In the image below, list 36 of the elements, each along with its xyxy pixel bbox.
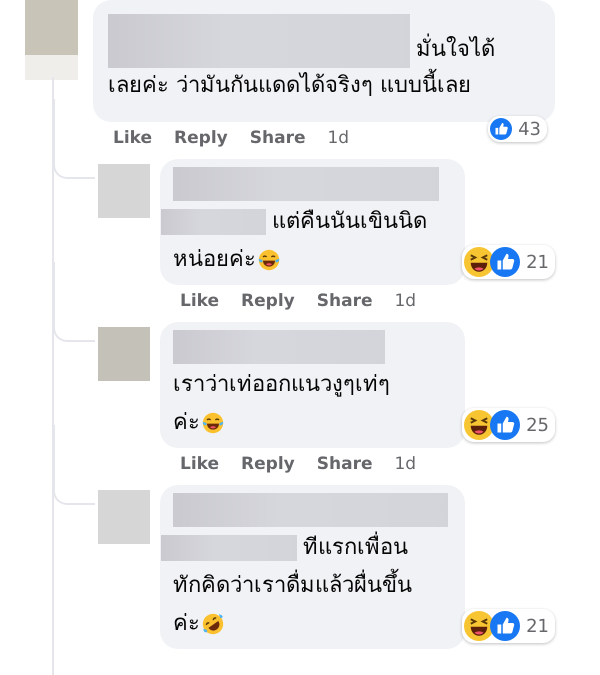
comment-action-link[interactable]: Like: [180, 290, 220, 312]
reaction-badge[interactable]: 25: [462, 408, 555, 442]
avatar[interactable]: [98, 327, 150, 381]
reaction-count: 25: [526, 414, 549, 436]
comment-text: ทักคิดว่าเราดื่มแล้วผื่นขึ้น: [173, 567, 412, 605]
comment-action-link[interactable]: Reply: [241, 453, 295, 475]
rolling-laughing-emoji-icon: [201, 612, 225, 636]
comment-text: แต่คืนนันเขินนิด: [272, 208, 427, 236]
reaction-count: 21: [526, 252, 549, 272]
reaction-badge[interactable]: 21: [462, 245, 555, 279]
comment-time: 1d: [327, 127, 350, 149]
comment-time: 1d: [394, 290, 416, 312]
laughing-tears-emoji-icon: [257, 248, 281, 272]
comment-text: หน่อยค่ะ: [173, 241, 281, 279]
avatar[interactable]: [98, 490, 150, 544]
avatar[interactable]: [25, 0, 78, 80]
comment-action-link[interactable]: Share: [316, 290, 372, 312]
comment-action-link[interactable]: Reply: [174, 127, 228, 149]
comment-text: ทีแรกเพื่อน: [303, 529, 408, 567]
reaction-count: 43: [518, 118, 541, 140]
reaction-badge[interactable]: 43: [488, 116, 547, 142]
comment-action-link[interactable]: Share: [250, 127, 306, 149]
comment-action-link[interactable]: Like: [180, 453, 220, 475]
comment-action-link[interactable]: Like: [113, 127, 152, 149]
comment-text: มั่นใจได้: [416, 32, 495, 68]
avatar[interactable]: [98, 164, 150, 218]
comment-text: ค่ะ: [173, 605, 225, 643]
comment-text: เลยค่ะ ว่ามันกันแดดได้จริงๆ แบบนี้เลย: [108, 68, 471, 104]
reaction-count: 21: [526, 616, 549, 636]
comment-text: ค่ะ: [173, 404, 225, 442]
reaction-badge[interactable]: 21: [462, 609, 555, 643]
comment-action-link[interactable]: Share: [316, 453, 372, 475]
comment-action-link[interactable]: Reply: [241, 290, 295, 312]
comment-time: 1d: [394, 453, 416, 475]
comment-text: เราว่าเท่ออกแนวงูๆเท่ๆ: [173, 371, 390, 399]
laughing-tears-emoji-icon: [201, 411, 225, 435]
